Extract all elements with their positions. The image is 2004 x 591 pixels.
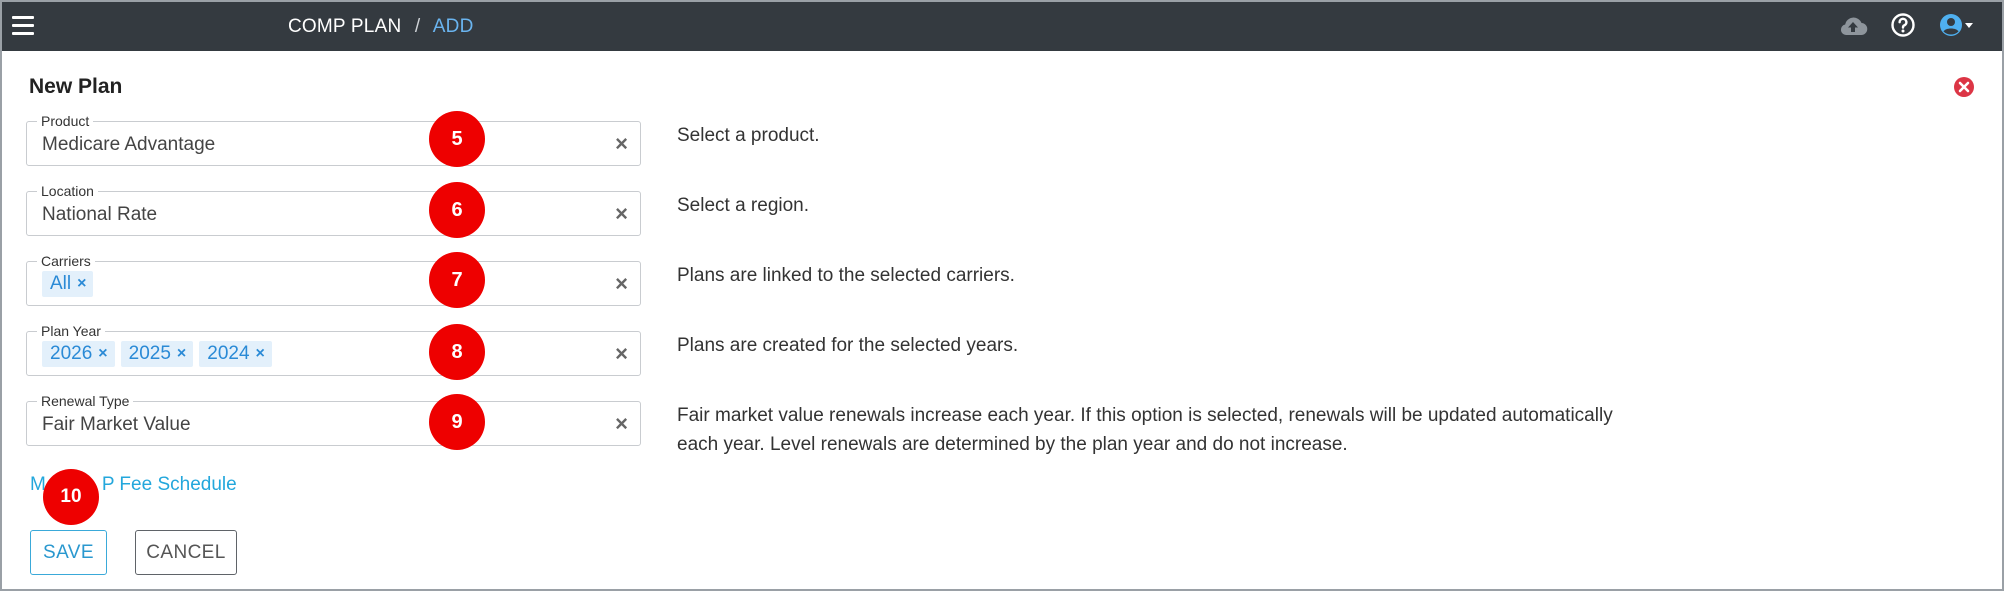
breadcrumb: COMP PLAN / ADD: [288, 16, 474, 38]
plan-year-chips: 2026 × 2025 × 2024 ×: [42, 341, 272, 367]
renewal-help-line-1: Fair market value renewals increase each…: [677, 405, 1613, 426]
plan-year-help-text: Plans are created for the selected years…: [677, 335, 1019, 356]
help-icon[interactable]: [1890, 12, 1916, 38]
product-label: Product: [37, 113, 94, 129]
renewal-type-label: Renewal Type: [37, 393, 134, 409]
clear-product-icon[interactable]: ×: [615, 132, 628, 156]
chip-remove-icon[interactable]: ×: [98, 343, 107, 365]
plan-year-chip-label: 2026: [50, 343, 93, 364]
save-button[interactable]: SAVE: [30, 530, 107, 575]
step-marker-8: 8: [429, 324, 485, 380]
chip-remove-icon[interactable]: ×: [177, 343, 186, 365]
step-marker-9: 9: [429, 394, 485, 450]
location-label: Location: [37, 183, 98, 199]
carriers-chips: All ×: [42, 271, 94, 297]
page-title: New Plan: [29, 75, 123, 98]
plan-year-chip: 2025 ×: [120, 341, 194, 367]
breadcrumb-root[interactable]: COMP PLAN: [288, 16, 401, 37]
product-field[interactable]: Product Medicare Advantage ×: [26, 113, 641, 166]
carriers-label: Carriers: [37, 253, 95, 269]
chip-remove-icon[interactable]: ×: [77, 273, 86, 295]
top-bar: COMP PLAN / ADD: [2, 2, 2002, 51]
renewal-help-line-2: each year. Level renewals are determined…: [677, 434, 1348, 455]
step-marker-5: 5: [429, 111, 485, 167]
step-marker-7: 7: [429, 252, 485, 308]
renewal-type-field[interactable]: Renewal Type Fair Market Value ×: [26, 393, 641, 446]
location-help-text: Select a region.: [677, 195, 810, 216]
plan-year-chip: 2026 ×: [42, 341, 115, 367]
renewal-type-value: Fair Market Value: [42, 414, 191, 435]
breadcrumb-separator: /: [414, 16, 421, 37]
user-account-icon[interactable]: [1938, 12, 1982, 38]
product-help-text: Select a product.: [677, 125, 820, 146]
clear-location-icon[interactable]: ×: [615, 202, 628, 226]
product-value: Medicare Advantage: [42, 134, 216, 155]
plan-year-chip-label: 2024: [207, 343, 250, 364]
plan-year-chip: 2024 ×: [199, 341, 272, 367]
chip-remove-icon[interactable]: ×: [256, 343, 265, 365]
location-field[interactable]: Location National Rate ×: [26, 183, 641, 236]
plan-year-label: Plan Year: [37, 323, 105, 339]
carriers-help-text: Plans are linked to the selected carrier…: [677, 265, 1015, 286]
menu-icon[interactable]: [12, 16, 34, 36]
plan-year-chip-label: 2025: [128, 343, 171, 364]
step-marker-6: 6: [429, 182, 485, 238]
carrier-chip: All ×: [42, 271, 94, 297]
clear-plan-year-icon[interactable]: ×: [615, 342, 628, 366]
close-icon[interactable]: [1953, 76, 1975, 98]
plan-year-field[interactable]: Plan Year 2026 × 2025 × 2024 × ×: [26, 323, 641, 376]
cancel-button[interactable]: CANCEL: [135, 530, 237, 575]
carrier-chip-label: All: [50, 273, 72, 294]
clear-renewal-type-icon[interactable]: ×: [615, 412, 628, 436]
carriers-field[interactable]: Carriers All × ×: [26, 253, 641, 306]
renewal-type-help-text: Fair market value renewals increase each…: [677, 401, 1613, 459]
app-window: COMP PLAN / ADD New Plan Product Medicar…: [0, 0, 2004, 591]
clear-carriers-icon[interactable]: ×: [615, 272, 628, 296]
location-value: National Rate: [42, 204, 158, 225]
breadcrumb-current[interactable]: ADD: [433, 16, 474, 37]
cloud-upload-icon[interactable]: [1838, 14, 1868, 38]
fee-schedule-link-right: P Fee Schedule: [101, 474, 237, 495]
step-marker-10: 10: [43, 469, 99, 525]
